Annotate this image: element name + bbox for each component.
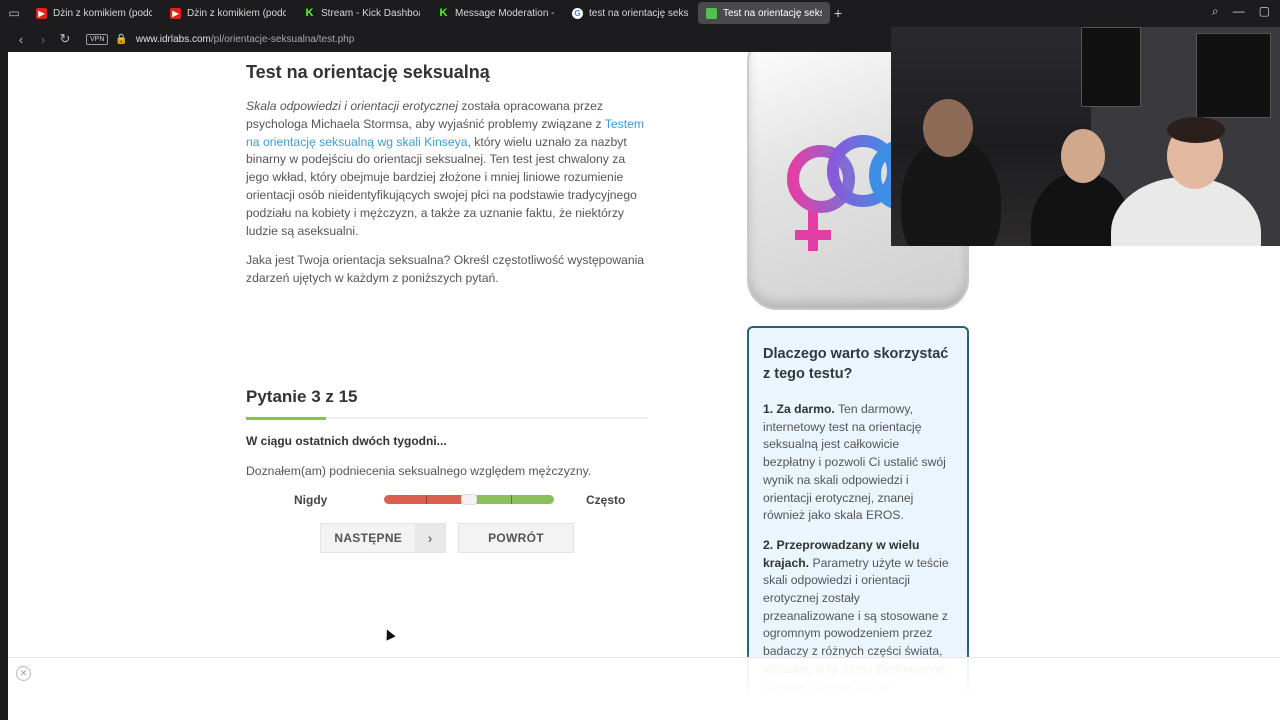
back-arrow-icon[interactable]: ‹ — [12, 32, 30, 47]
webcam-overlay — [891, 27, 1280, 246]
webcam-head-center — [1061, 129, 1105, 183]
sidebar-toggle-icon[interactable]: ▭ — [0, 0, 28, 26]
question-prompt: W ciągu ostatnich dwóch tygodni... — [246, 434, 447, 448]
question-intro-paragraph: Jaka jest Twoja orientacja seksualna? Ok… — [246, 253, 645, 285]
url-host: www.idrlabs.com — [135, 33, 211, 45]
idrlabs-icon — [706, 7, 717, 19]
tab-label: Message Moderation - K — [455, 7, 554, 19]
box-title: Dlaczego warto skorzystać z tego testu? — [763, 346, 949, 382]
progress-fill — [246, 417, 326, 420]
kick-icon: K — [305, 7, 314, 19]
webcam-head-left — [923, 99, 973, 157]
next-button-label: NASTĘPNE — [334, 531, 403, 545]
tab-label: Test na orientację seksual — [723, 7, 822, 19]
google-icon: G — [572, 7, 583, 19]
new-tab-icon[interactable]: + — [834, 5, 842, 21]
webcam-hair-right — [1167, 117, 1225, 143]
vpn-badge[interactable]: VPN — [86, 33, 109, 45]
back-button-label: POWRÓT — [488, 531, 544, 545]
slider-tick — [511, 495, 512, 504]
chevron-right-icon: › — [415, 524, 445, 552]
tab-label: test na orientację seksual — [589, 7, 688, 19]
intro-italic: Skala odpowiedzi i orientacji erotycznej — [246, 99, 459, 113]
lock-icon: 🔒 — [115, 33, 128, 45]
browser-tab[interactable]: ▶ Dżin z komikiem (podcast — [162, 2, 294, 24]
point-free-text: Ten darmowy, internetowy test na orienta… — [763, 402, 946, 523]
url-path: /pl/orientacje-seksualna/test.php — [210, 33, 355, 45]
window-controls: ⌕ — ▢ — [1212, 4, 1270, 19]
tab-label: Dżin z komikiem (podcast — [53, 7, 152, 19]
next-button[interactable]: NASTĘPNE › — [320, 523, 446, 553]
search-tabs-icon[interactable]: ⌕ — [1212, 4, 1219, 19]
slider-handle[interactable] — [461, 494, 477, 505]
reload-icon[interactable]: ↻ — [56, 31, 74, 47]
ad-banner-area: ✕ — [8, 657, 1280, 720]
back-button[interactable]: POWRÓT — [458, 523, 574, 553]
intro-paragraph: Skala odpowiedzi i orientacji erotycznej… — [246, 98, 648, 240]
close-ad-icon[interactable]: ✕ — [16, 666, 31, 681]
forward-arrow-icon[interactable]: › — [34, 32, 52, 47]
maximize-icon[interactable]: ▢ — [1259, 4, 1270, 19]
browser-tab-bar: ▭ ▶ Dżin z komikiem (podcast ▶ Dżin z komik… — [0, 0, 1280, 26]
youtube-icon: ▶ — [170, 7, 181, 19]
scale-max-label: Często — [586, 493, 626, 507]
webcam-poster — [1081, 27, 1141, 107]
point-free: 1. Za darmo. Ten darmowy, internetowy te… — [763, 401, 953, 525]
browser-tab[interactable]: Test na orientację seksual — [698, 2, 830, 24]
tab-strip: ▶ Dżin z komikiem (podcast ▶ Dżin z komikie… — [28, 2, 830, 24]
url-field[interactable]: www.idrlabs.com/pl/orientacje-seksualna/… — [136, 34, 354, 45]
question-text: Doznałem(am) podniecenia seksualnego wzg… — [246, 464, 592, 478]
browser-tab[interactable]: Gtest na orientację seksual — [564, 2, 696, 24]
kick-icon: K — [439, 7, 448, 19]
browser-tab[interactable]: K Stream - Kick Dashboard — [296, 2, 428, 24]
minimize-icon[interactable]: — — [1233, 4, 1245, 19]
browser-sidebar-strip — [0, 52, 8, 720]
tab-label: Dżin z komikiem (podcast — [187, 7, 286, 19]
youtube-icon: ▶ — [36, 7, 47, 19]
webcam-poster — [1196, 33, 1271, 118]
browser-tab[interactable]: K Message Moderation - K — [430, 2, 562, 24]
tab-label: Stream - Kick Dashboard — [321, 7, 420, 19]
question-counter: Pytanie 3 z 15 — [246, 387, 358, 406]
scale-min-label: Nigdy — [294, 493, 328, 507]
browser-tab[interactable]: ▶ Dżin z komikiem (podcast — [28, 2, 160, 24]
intro-text-2: , który wielu uznało za nazbyt binarny w… — [246, 134, 637, 238]
point-free-title: 1. Za darmo. — [763, 402, 835, 416]
page-title: Test na orientację seksualną — [246, 62, 490, 82]
slider-tick — [426, 495, 427, 504]
